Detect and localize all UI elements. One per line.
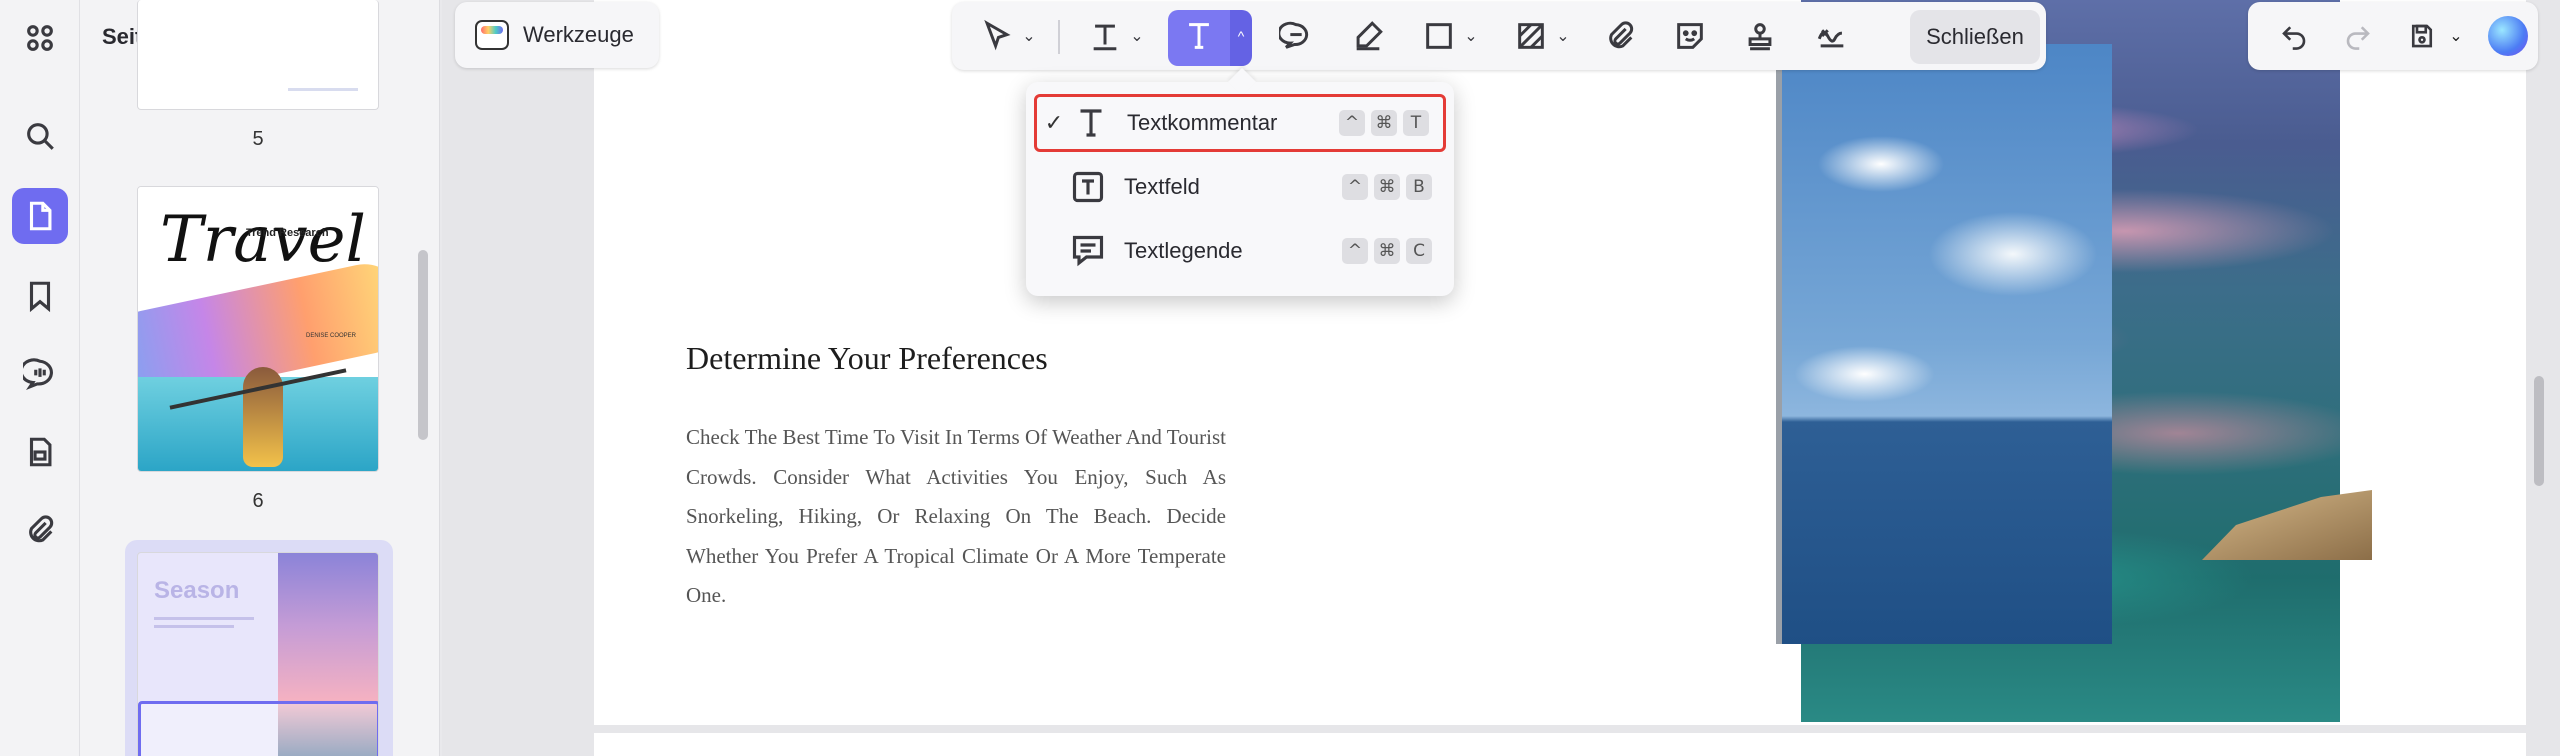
attach-tool-button[interactable]	[1590, 12, 1650, 60]
thumbnail-page-7[interactable]: Season	[137, 552, 379, 756]
document-canvas	[442, 0, 2560, 756]
save-icon	[2411, 24, 2433, 48]
callout-icon	[1068, 231, 1108, 271]
thumbnail-season-title: Season	[154, 577, 240, 604]
thumbnail-page-number: 6	[252, 490, 264, 512]
signature-icon	[1817, 29, 1844, 48]
toolbox-icon	[475, 20, 509, 50]
text-icon	[1071, 103, 1111, 143]
shortcut-key: C	[1406, 238, 1432, 264]
document-page-next	[594, 733, 2526, 756]
select-tool-button[interactable]: ⌄	[968, 12, 1048, 60]
comment-tool-button[interactable]	[1266, 12, 1326, 60]
coast-image	[1776, 44, 2112, 644]
shortcut-key: ⌘	[1374, 174, 1400, 200]
attachment-icon[interactable]	[12, 502, 68, 558]
area-highlight-tool-button[interactable]: ⌄	[1502, 12, 1582, 60]
text-tool-icon-wrap[interactable]	[1168, 12, 1230, 60]
undo-button[interactable]	[2274, 16, 2314, 56]
document-heading: Determine Your Preferences	[686, 340, 1048, 376]
grid-apps-icon[interactable]	[12, 10, 68, 66]
chevron-down-icon: ⌄	[1464, 28, 1478, 45]
chevron-down-icon: ⌄	[1556, 28, 1570, 45]
menu-item-textlegende[interactable]: Textlegende ^ ⌘ C	[1034, 222, 1446, 280]
chevron-down-icon[interactable]: ⌄	[2444, 16, 2468, 56]
redo-button[interactable]	[2338, 16, 2378, 56]
left-rail	[0, 0, 80, 756]
signature-tool-button[interactable]	[1802, 12, 1862, 60]
comments-icon[interactable]	[12, 346, 68, 402]
menu-item-label: Textfeld	[1124, 174, 1200, 199]
sticker-icon	[1677, 23, 1703, 49]
sticker-tool-button[interactable]	[1660, 12, 1720, 60]
redo-icon	[2346, 26, 2370, 50]
thumbnail-scrollbar[interactable]	[418, 250, 428, 440]
chevron-down-icon: ⌄	[1130, 28, 1144, 45]
history-toolbar: ⌄	[2248, 2, 2538, 70]
highlighter-tool-button[interactable]	[1338, 12, 1398, 60]
search-icon[interactable]	[12, 108, 68, 164]
stamp-tool-button[interactable]	[1730, 12, 1790, 60]
text-tool-menu: ✓ Textkommentar ^ ⌘ T Textfeld ^ ⌘ B Tex…	[1026, 82, 1454, 296]
document-body: Check The Best Time To Visit In Terms Of…	[686, 425, 1226, 607]
shortcut-key: T	[1403, 110, 1429, 136]
thumbnail-page-number: 5	[252, 128, 264, 150]
tools-button-label: Werkzeuge	[523, 22, 634, 47]
stamp-icon	[1748, 23, 1772, 51]
hatched-area-icon	[1518, 23, 1545, 49]
thumbnail-author: DENISE COOPER	[306, 333, 357, 339]
shortcut-key: ^	[1342, 238, 1368, 264]
thumbnail-travel-title: Travel	[160, 203, 366, 277]
annotation-toolbar: ⌄ ⌄ ^ ⌄ ⌄ Schließen	[952, 2, 2046, 70]
highlighter-icon	[1356, 21, 1383, 51]
menu-item-label: Textkommentar	[1127, 110, 1278, 135]
shortcut-key: ^	[1342, 174, 1368, 200]
comment-icon	[1279, 21, 1309, 49]
thumbnail-panel: Seitenminiaturen 5 Travel Trend Research…	[80, 0, 440, 756]
ai-assistant-icon[interactable]	[2488, 16, 2528, 56]
shape-tool-button[interactable]: ⌄	[1410, 12, 1490, 60]
paperclip-icon	[1609, 21, 1634, 49]
bookmark-icon[interactable]	[12, 268, 68, 324]
cursor-icon	[984, 19, 1011, 51]
shortcut-keys: ^ ⌘ B	[1342, 174, 1432, 200]
menu-item-label: Textlegende	[1124, 238, 1243, 263]
tools-button[interactable]: Werkzeuge	[455, 2, 659, 68]
menu-item-textfeld[interactable]: Textfeld ^ ⌘ B	[1034, 158, 1446, 216]
pages-icon[interactable]	[12, 188, 68, 244]
undo-icon	[2282, 26, 2306, 50]
checkmark-icon: ✓	[1044, 110, 1064, 135]
close-toolbar-button[interactable]: Schließen	[1910, 10, 2040, 64]
text-markup-tool-button[interactable]: ⌄	[1076, 12, 1156, 60]
thumbnail-subtitle: Trend Research	[246, 227, 329, 239]
thumbnail-page-5[interactable]	[137, 0, 379, 110]
text-icon	[1189, 23, 1209, 49]
chevron-down-icon: ⌄	[1022, 28, 1036, 45]
shortcut-keys: ^ ⌘ T	[1339, 110, 1429, 136]
save-button[interactable]	[2402, 16, 2442, 56]
chevron-up-icon[interactable]: ^	[1230, 12, 1252, 60]
thumbnail-page-6[interactable]: Travel Trend Research DENISE COOPER	[137, 186, 379, 472]
menu-item-textkommentar[interactable]: ✓ Textkommentar ^ ⌘ T	[1034, 94, 1446, 152]
shortcut-keys: ^ ⌘ C	[1342, 238, 1432, 264]
shortcut-key: ⌘	[1371, 110, 1397, 136]
shortcut-key: B	[1406, 174, 1432, 200]
rectangle-icon	[1426, 23, 1453, 49]
document-scrollbar[interactable]	[2534, 376, 2544, 486]
textbox-icon	[1068, 167, 1108, 207]
shortcut-key: ⌘	[1374, 238, 1400, 264]
document-fields-icon[interactable]	[12, 424, 68, 480]
text-underline-icon	[1093, 24, 1117, 51]
shortcut-key: ^	[1339, 110, 1365, 136]
